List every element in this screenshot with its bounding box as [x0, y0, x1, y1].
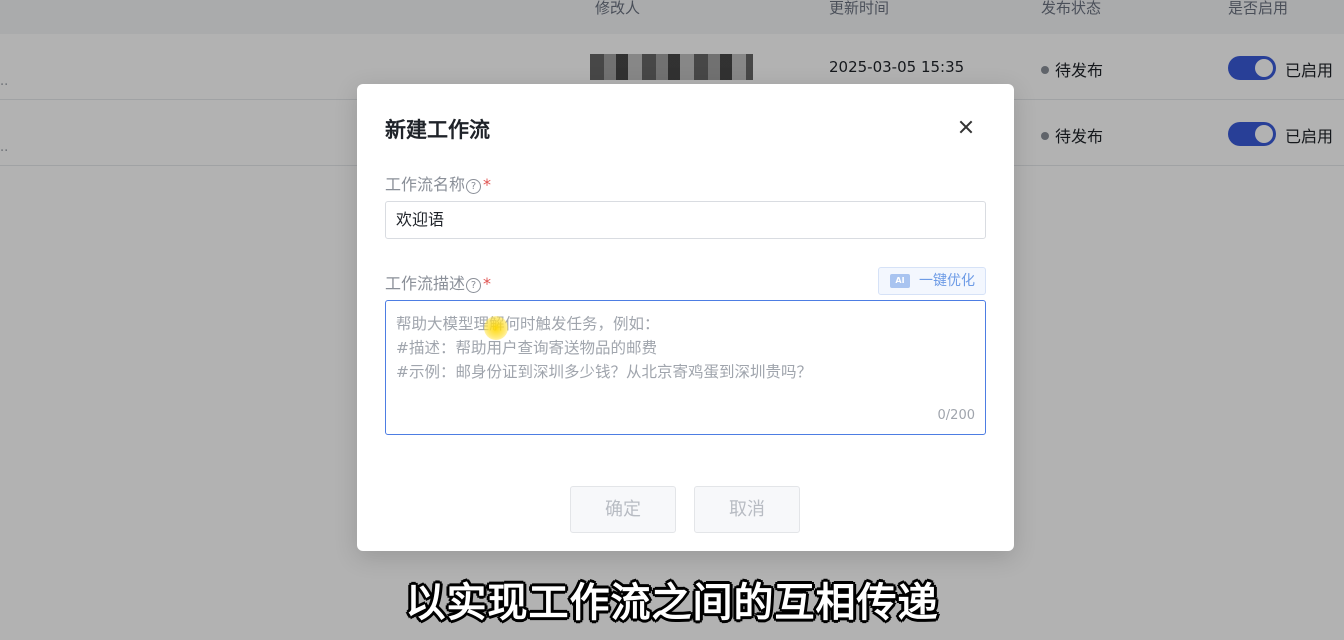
- help-icon[interactable]: ?: [466, 278, 482, 293]
- cancel-button[interactable]: 取消: [694, 486, 800, 533]
- help-icon[interactable]: ?: [466, 179, 482, 194]
- workflow-description-label: 工作流描述? *: [385, 270, 491, 294]
- new-workflow-dialog: 新建工作流 工作流名称? * 欢迎语 工作流描述? * AI 一键优化 帮助大模型理…: [357, 84, 1014, 551]
- placeholder-line: 帮助大模型理解何时触发任务，例如：: [396, 315, 660, 333]
- dialog-title: 新建工作流: [385, 118, 490, 142]
- placeholder-line: #描述：帮助用户查询寄送物品的邮费: [396, 339, 657, 357]
- ai-optimize-button[interactable]: AI 一键优化: [878, 267, 986, 295]
- required-mark: *: [483, 175, 492, 194]
- workflow-description-textarea[interactable]: 帮助大模型理解何时触发任务，例如： #描述：帮助用户查询寄送物品的邮费 #示例：…: [385, 300, 986, 435]
- placeholder-line: #示例：邮身份证到深圳多少钱？从北京寄鸡蛋到深圳贵吗？: [396, 363, 812, 381]
- confirm-button[interactable]: 确定: [570, 486, 676, 533]
- workflow-name-label: 工作流名称? *: [385, 171, 491, 195]
- close-icon[interactable]: [955, 116, 977, 138]
- workflow-name-input[interactable]: 欢迎语: [385, 201, 986, 239]
- character-counter: 0/200: [937, 408, 975, 423]
- required-mark: *: [483, 274, 492, 293]
- mouse-cursor-highlight: [484, 316, 508, 340]
- label-text: 工作流名称: [385, 175, 466, 194]
- video-subtitle: 以实现工作流之间的互相传递: [405, 580, 939, 626]
- ai-icon: AI: [890, 274, 910, 288]
- ai-optimize-label: 一键优化: [919, 273, 975, 289]
- label-text: 工作流描述: [385, 274, 466, 293]
